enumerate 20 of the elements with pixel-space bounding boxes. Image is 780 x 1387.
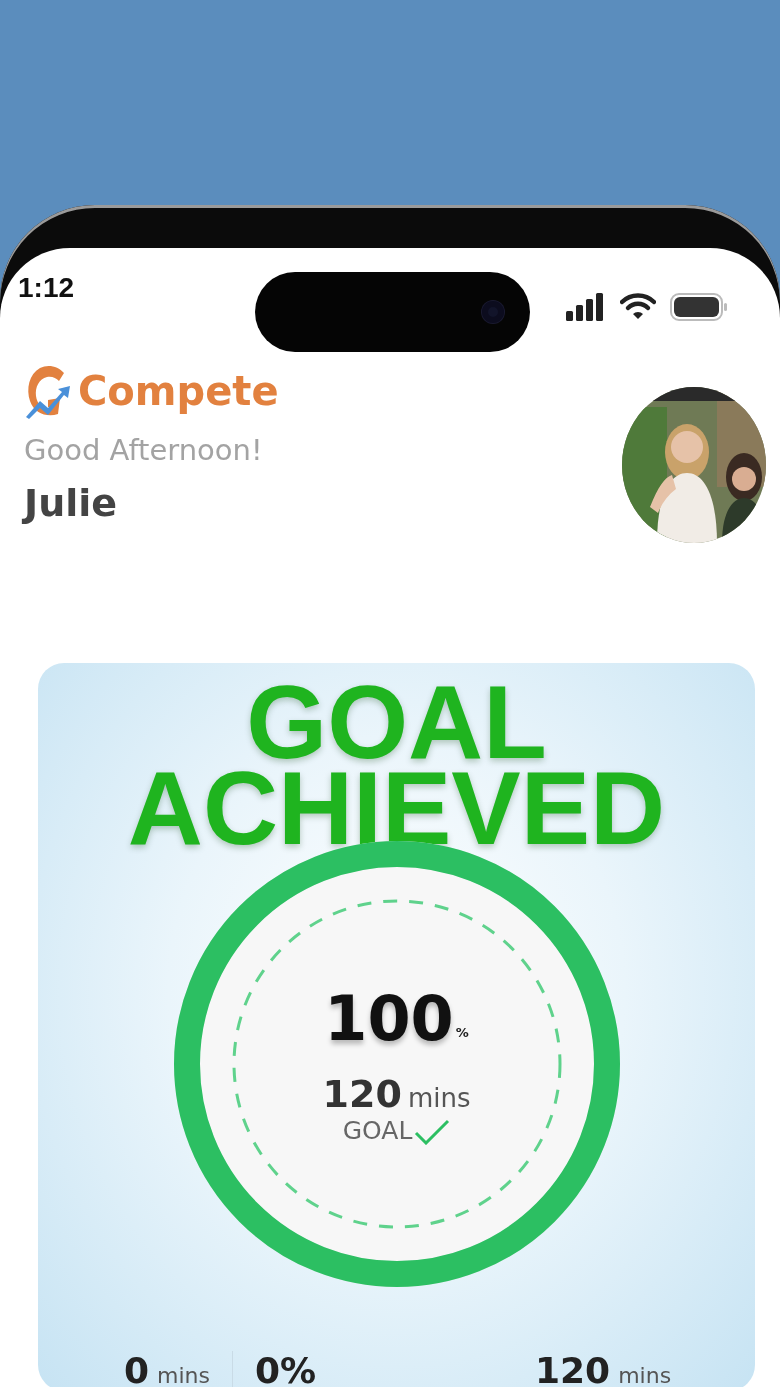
stat-unit: mins	[618, 1363, 672, 1387]
brand-name: Compete	[78, 368, 279, 414]
wifi-icon	[620, 293, 656, 321]
percent-value: 100	[324, 983, 454, 1054]
battery-icon	[670, 293, 728, 321]
goal-label: GOAL	[342, 1115, 413, 1145]
user-name: Julie	[24, 481, 118, 525]
stat-value: 0%	[255, 1351, 317, 1387]
status-time: 1:12	[18, 272, 76, 304]
logo-icon	[24, 363, 70, 419]
minutes-unit: mins	[407, 1082, 471, 1113]
goal-title: GOAL	[246, 679, 547, 765]
signal-icon	[566, 293, 606, 321]
minutes-value: 120	[322, 1071, 402, 1116]
stat-value: 120	[535, 1351, 611, 1387]
greeting: Good Afternoon!	[24, 433, 264, 467]
percent-unit: %	[455, 1024, 469, 1040]
goal-title: ACHIEVED	[127, 765, 666, 851]
stat-value: 0	[124, 1351, 150, 1387]
stat-unit: mins	[157, 1363, 210, 1387]
